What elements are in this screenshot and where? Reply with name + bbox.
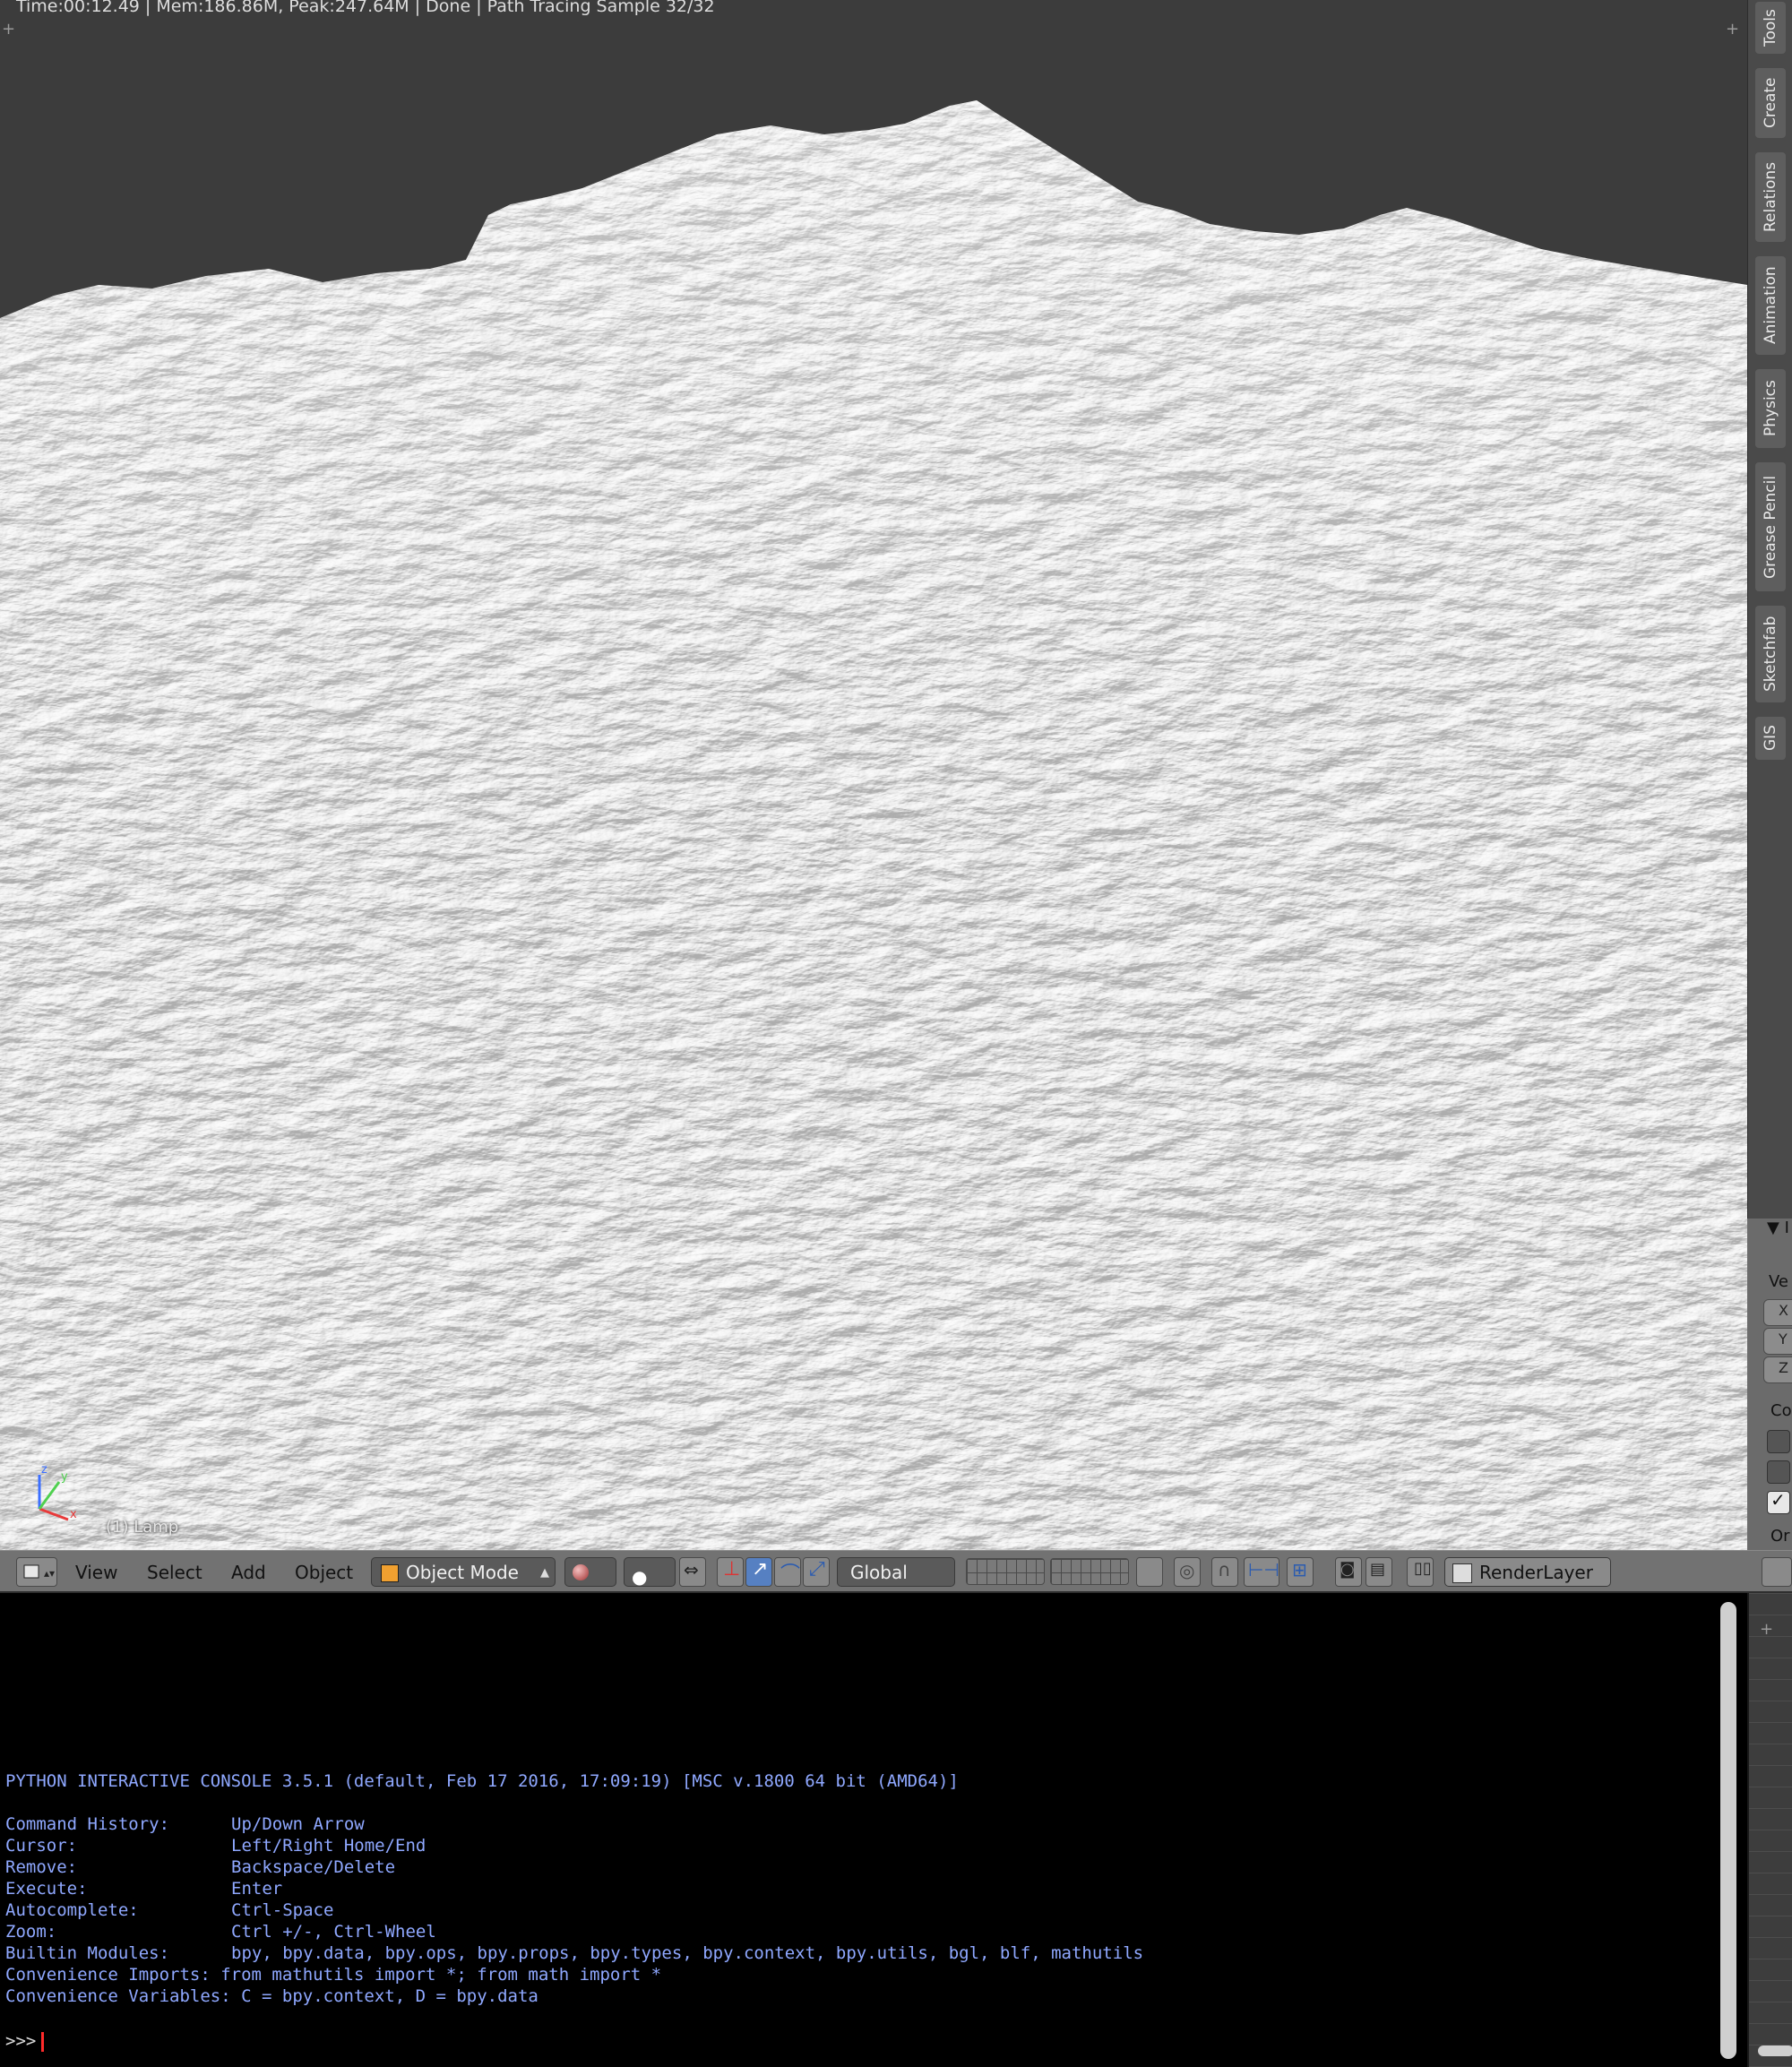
console-help-line: Cursor: Left/Right Home/End <box>5 1836 426 1856</box>
editor-type-icon: ▴▾ <box>23 1564 55 1580</box>
area-split-handle[interactable]: + <box>1760 1620 1773 1639</box>
console-help-line: Zoom: Ctrl +/-, Ctrl-Wheel <box>5 1922 436 1942</box>
opengl-render-button[interactable]: ◙ <box>1335 1557 1362 1587</box>
area-split-handle[interactable]: + <box>2 20 15 39</box>
option-checkbox[interactable] <box>1767 1430 1790 1453</box>
text-cursor <box>41 2031 45 2052</box>
rotate-manipulator-button[interactable]: ↗ <box>745 1557 772 1587</box>
menu-add[interactable]: Add <box>231 1558 266 1587</box>
menu-select[interactable]: Select <box>147 1558 202 1587</box>
svg-text:▴▾: ▴▾ <box>44 1567 55 1580</box>
manipulator-icon: ⇔ <box>684 1559 699 1580</box>
option-checkbox[interactable] <box>1767 1460 1790 1484</box>
snap-toggle-button[interactable]: ∩ <box>1211 1557 1238 1587</box>
tab-relations[interactable]: Relations <box>1755 152 1786 242</box>
magnet-icon: ∩ <box>1218 1559 1231 1580</box>
tool-shelf-panel: ▼ I Ve X Y Z Co ✓ Or <box>1747 1219 1792 1550</box>
axis-x-label: x <box>70 1508 77 1521</box>
mode-select[interactable]: Object Mode ▲ <box>371 1557 556 1587</box>
tab-create[interactable]: Create <box>1755 68 1786 138</box>
camera-icon: ◙ <box>1340 1560 1356 1579</box>
arc-icon: ⌒ <box>780 1563 801 1586</box>
scene-layers-grid[interactable] <box>1050 1558 1129 1585</box>
tab-grease-pencil[interactable]: Grease Pencil <box>1755 462 1786 591</box>
vector-y-field[interactable]: Y <box>1763 1328 1792 1355</box>
snap-target-icon: ⊞ <box>1292 1559 1307 1580</box>
tab-gis[interactable]: GIS <box>1755 717 1786 760</box>
console-banner: PYTHON INTERACTIVE CONSOLE 3.5.1 (defaul… <box>5 1771 959 1791</box>
transform-orientation-select[interactable]: Global <box>837 1557 955 1587</box>
console-help-line: Command History: Up/Down Arrow <box>5 1814 365 1834</box>
axis-z-label: z <box>41 1463 47 1477</box>
side-scrollbar[interactable] <box>1758 2045 1792 2056</box>
shading-sphere-icon <box>573 1564 589 1580</box>
vector-z-field[interactable]: Z <box>1763 1356 1792 1383</box>
panel-collapse-toggle[interactable]: ▼ I <box>1767 1219 1789 1237</box>
menu-object[interactable]: Object <box>295 1558 353 1587</box>
combined-manipulator-button[interactable]: ⤢ <box>803 1557 830 1587</box>
snap-element-select[interactable]: ⊢⊣ <box>1244 1557 1279 1587</box>
tool-shelf-tabs: Tools Create Relations Animation Physics… <box>1747 0 1792 1219</box>
terrain-render <box>0 100 1747 1550</box>
tab-physics[interactable]: Physics <box>1755 369 1786 448</box>
render-layer-select[interactable]: RenderLayer <box>1444 1557 1611 1587</box>
viewport-header: ▴▾ View Select Add Object Object Mode ▲ … <box>0 1550 1792 1593</box>
circle-icon: ◎ <box>1179 1560 1195 1581</box>
3d-viewport[interactable]: Time:00:12.49 | Mem:186.86M, Peak:247.64… <box>0 0 1747 1550</box>
snap-increment-icon: ⊢⊣ <box>1248 1559 1279 1580</box>
menu-view[interactable]: View <box>75 1558 117 1587</box>
translate-manipulator-button[interactable]: ⊥ <box>717 1557 744 1587</box>
console-help-line: Remove: Backspace/Delete <box>5 1857 396 1877</box>
console-help-line: Convenience Variables: C = bpy.context, … <box>5 1986 538 2006</box>
render-status-bar: Time:00:12.49 | Mem:186.86M, Peak:247.64… <box>16 0 715 16</box>
tab-animation[interactable]: Animation <box>1755 256 1786 355</box>
object-cube-icon <box>381 1564 399 1582</box>
panel-label-ve: Ve <box>1769 1272 1788 1291</box>
panel-label-co: Co <box>1770 1401 1792 1420</box>
scale-icon: ⤢ <box>809 1558 825 1580</box>
console-input-line[interactable]: >>> <box>5 2031 45 2052</box>
python-console[interactable]: PYTHON INTERACTIVE CONSOLE 3.5.1 (defaul… <box>0 1593 1747 2067</box>
console-help-line: Autocomplete: Ctrl-Space <box>5 1900 334 1920</box>
console-scrollbar[interactable] <box>1720 1602 1736 2059</box>
check-icon: ✓ <box>1770 1489 1786 1511</box>
tab-tools[interactable]: Tools <box>1755 2 1786 54</box>
scale-manipulator-button[interactable]: ⌒ <box>774 1557 801 1587</box>
pause-render-button[interactable]: ▯▯ <box>1407 1557 1434 1587</box>
tab-sketchfab[interactable]: Sketchfab <box>1755 606 1786 702</box>
console-help-line: Builtin Modules: bpy, bpy.data, bpy.ops, … <box>5 1943 1144 1963</box>
pause-icon: ▯▯ <box>1414 1559 1432 1578</box>
viewport-shading-select[interactable] <box>564 1557 616 1587</box>
axis-y-label: y <box>61 1470 68 1484</box>
proportional-edit-button[interactable]: ◎ <box>1174 1557 1201 1587</box>
panel-header-button[interactable] <box>1762 1557 1792 1587</box>
pivot-icon: ● <box>632 1566 648 1588</box>
dropdown-arrows-icon: ▲ <box>540 1566 549 1580</box>
option-checkbox-checked[interactable]: ✓ <box>1767 1489 1790 1514</box>
arrow-icon: ↗ <box>752 1558 769 1580</box>
translate-icon: ⊥ <box>723 1558 741 1580</box>
active-object-label: (1) Lamp <box>106 1518 179 1537</box>
render-layer-icon <box>1452 1563 1472 1583</box>
console-help-line: Execute: Enter <box>5 1879 283 1899</box>
area-split-handle[interactable]: + <box>1726 20 1739 39</box>
axis-gizmo: z y x <box>38 1463 77 1521</box>
panel-label-or: Or <box>1770 1527 1790 1546</box>
manipulator-toggle-button[interactable]: ⇔ <box>679 1557 706 1587</box>
pivot-point-select[interactable]: ● <box>624 1557 676 1588</box>
console-side-panel: + <box>1747 1593 1792 2067</box>
scene-layers-grid[interactable] <box>966 1558 1045 1585</box>
lock-layers-button[interactable] <box>1136 1557 1163 1587</box>
vector-x-field[interactable]: X <box>1763 1299 1792 1326</box>
editor-type-button[interactable]: ▴▾ <box>16 1557 57 1587</box>
console-help-line: Convenience Imports: from mathutils impo… <box>5 1965 662 1985</box>
clapperboard-icon: ▤ <box>1370 1560 1386 1579</box>
console-output: PYTHON INTERACTIVE CONSOLE 3.5.1 (defaul… <box>5 1770 1143 2007</box>
snap-target-button[interactable]: ⊞ <box>1287 1557 1314 1587</box>
opengl-animation-button[interactable]: ▤ <box>1366 1557 1392 1587</box>
console-prompt: >>> <box>5 2031 37 2051</box>
